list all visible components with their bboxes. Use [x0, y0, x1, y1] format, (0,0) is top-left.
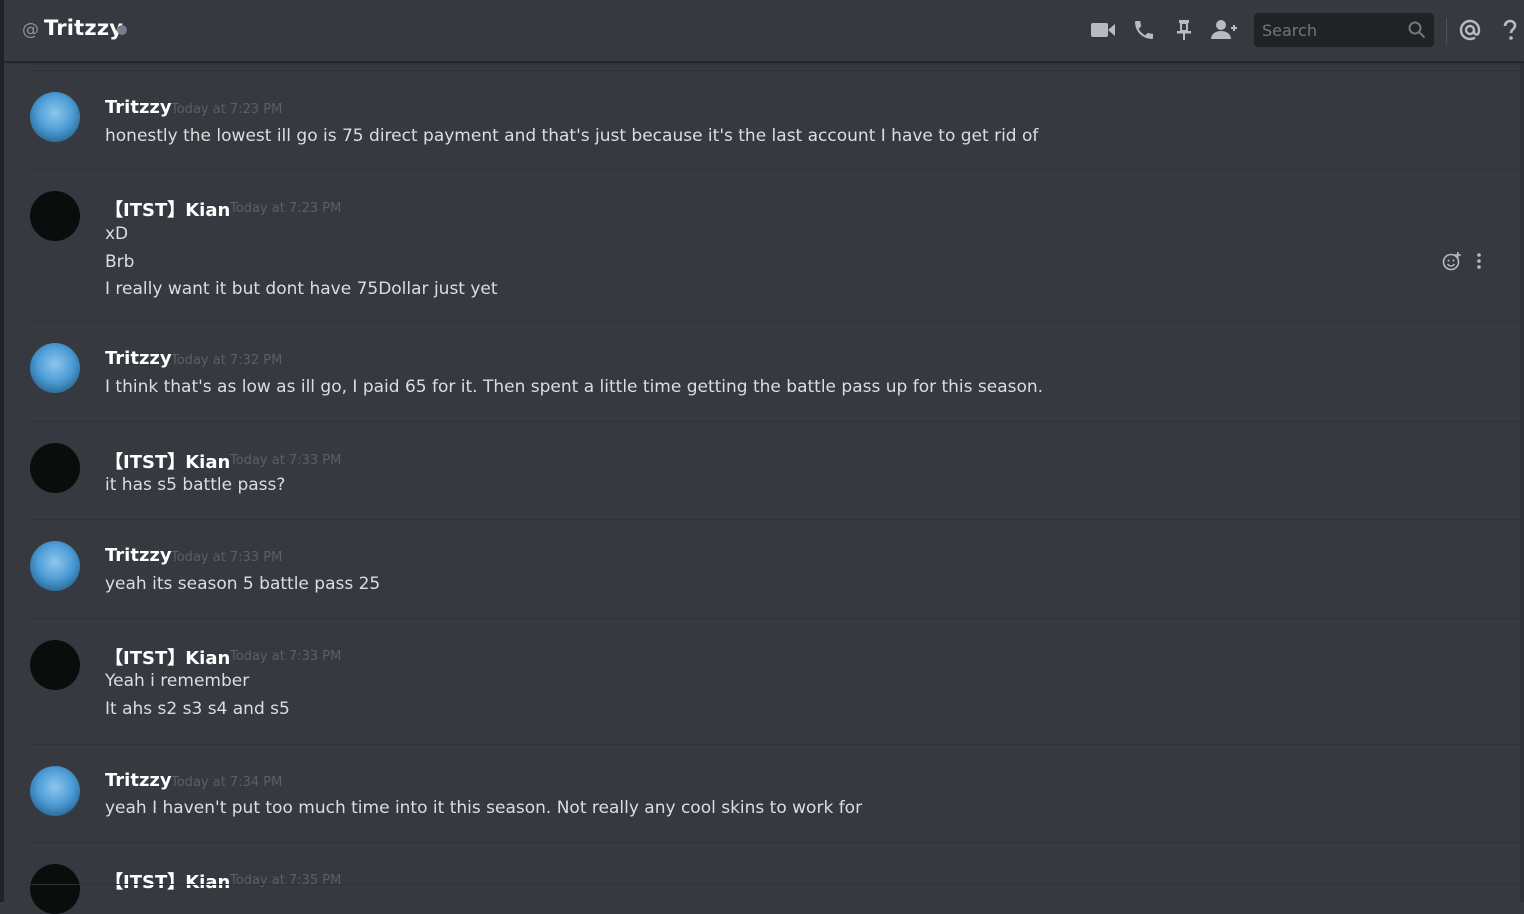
avatar[interactable] [30, 541, 80, 591]
avatar[interactable] [30, 766, 80, 816]
timestamp: Today at 7:33 PM [230, 453, 342, 468]
message-text: I think that's as low as ill go, I paid … [105, 377, 1044, 397]
message-text: yeah I haven't put too much time into it… [105, 798, 863, 818]
message-text: Brb [105, 252, 135, 272]
message-divider [30, 618, 1520, 619]
timestamp: Today at 7:35 PM [230, 873, 342, 888]
dm-at-icon: @ [22, 20, 39, 40]
username[interactable]: Tritzzy [105, 545, 172, 566]
avatar[interactable] [30, 864, 80, 914]
timestamp: Today at 7:23 PM [230, 201, 342, 216]
message-divider [30, 321, 1520, 322]
message-divider [30, 884, 1520, 885]
avatar[interactable] [30, 640, 80, 690]
message-text: Yeah i remember [105, 671, 250, 691]
username[interactable]: 【ITST】Kian [105, 196, 230, 222]
username[interactable]: 【ITST】Kian [105, 868, 230, 894]
add-friend-icon[interactable] [1210, 16, 1238, 44]
video-call-icon[interactable] [1089, 16, 1117, 44]
message-list[interactable]: Tritzzy Today at 7:23 PM honestly the lo… [4, 62, 1520, 914]
username[interactable]: Tritzzy [105, 97, 172, 118]
search-bar[interactable]: Search [1254, 13, 1434, 47]
message-divider [30, 519, 1520, 520]
voice-call-icon[interactable] [1130, 16, 1158, 44]
mentions-icon[interactable] [1456, 16, 1484, 44]
timestamp: Today at 7:33 PM [230, 649, 342, 664]
avatar[interactable] [30, 92, 80, 142]
channel-title[interactable]: Tritzzy [44, 16, 123, 40]
message-hover-actions [1442, 251, 1482, 275]
pin-icon[interactable] [1170, 16, 1198, 44]
header-divider [1446, 18, 1447, 44]
message-text: honestly the lowest ill go is 75 direct … [105, 126, 1039, 146]
username[interactable]: 【ITST】Kian [105, 448, 230, 474]
scrollbar-track[interactable] [1520, 62, 1524, 902]
message-divider [30, 842, 1520, 843]
add-reaction-icon[interactable] [1442, 251, 1462, 275]
message-text: I really want it but dont have 75Dollar … [105, 279, 498, 299]
timestamp: Today at 7:23 PM [171, 102, 283, 117]
offline-status-indicator [117, 25, 127, 35]
timestamp: Today at 7:34 PM [171, 775, 283, 790]
channel-header: @ Tritzzy Search [4, 0, 1524, 62]
username[interactable]: Tritzzy [105, 348, 172, 369]
message-divider [30, 744, 1520, 745]
message-text: It ahs s2 s3 s4 and s5 [105, 699, 290, 719]
timestamp: Today at 7:32 PM [171, 353, 283, 368]
message-text: xD [105, 224, 129, 244]
message-text: it has s5 battle pass? [105, 475, 286, 495]
help-icon[interactable] [1496, 16, 1524, 44]
message-text: yeah its season 5 battle pass 25 [105, 574, 381, 594]
message-divider [30, 70, 1520, 71]
message-divider [30, 421, 1520, 422]
avatar[interactable] [30, 343, 80, 393]
search-input[interactable]: Search [1262, 21, 1317, 40]
avatar[interactable] [30, 191, 80, 241]
timestamp: Today at 7:33 PM [171, 550, 283, 565]
username[interactable]: 【ITST】Kian [105, 644, 230, 670]
username[interactable]: Tritzzy [105, 770, 172, 791]
more-options-icon[interactable] [1476, 252, 1482, 274]
search-icon [1408, 21, 1426, 43]
message-divider [30, 169, 1520, 170]
avatar[interactable] [30, 443, 80, 493]
